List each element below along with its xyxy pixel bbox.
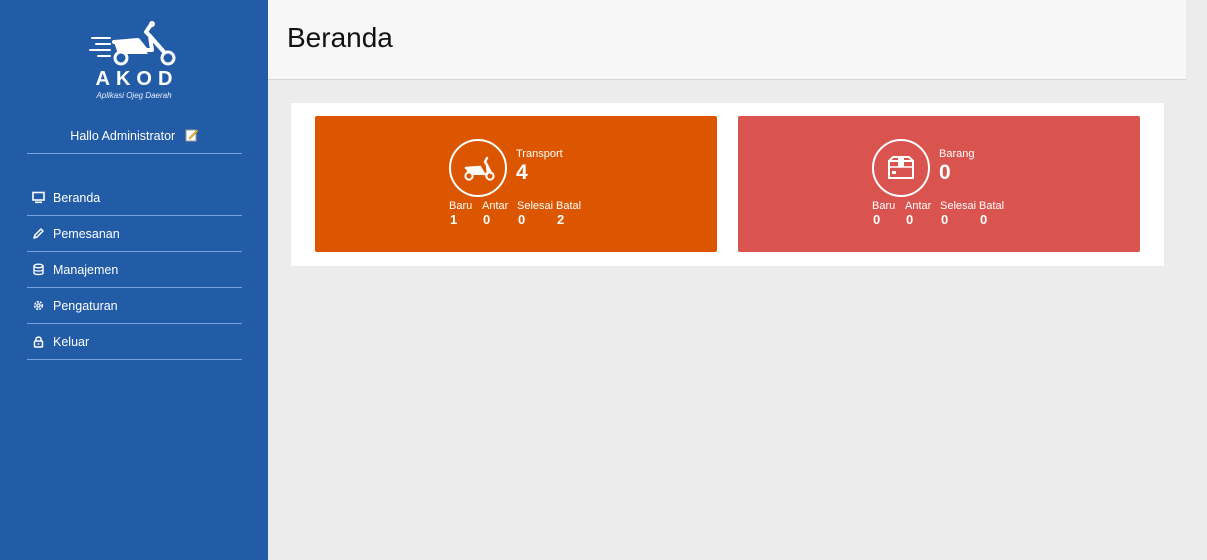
sidebar-item-pemesanan[interactable]: Pemesanan	[27, 216, 242, 252]
sidebar-nav: Beranda Pemesanan Manajemen Pengaturan K…	[27, 180, 242, 360]
scooter-icon	[464, 156, 495, 181]
barang-icon-circle	[872, 139, 930, 197]
sidebar: AKOD Aplikasi Ojeg Daerah Hallo Administ…	[0, 0, 268, 560]
transport-stats: Baru 1 Antar 0 Selesai 0 Batal 2	[449, 200, 586, 227]
page-title: Beranda	[287, 22, 393, 53]
sidebar-item-label: Pengaturan	[53, 298, 118, 313]
stat-value: 1	[450, 212, 458, 227]
dashboard-panel: Transport 4 Baru 1 Antar 0 Selesai 0 Bat…	[291, 103, 1164, 266]
sidebar-item-label: Manajemen	[53, 262, 119, 277]
logo-subtitle: Aplikasi Ojeg Daerah	[96, 91, 172, 100]
stat-value: 0	[873, 212, 881, 227]
page-header: Beranda	[268, 0, 1186, 80]
gear-icon	[31, 299, 45, 313]
stat-label: Batal	[979, 200, 1005, 212]
stat-label: Baru	[872, 200, 896, 212]
stat-antar: Antar 0	[482, 200, 517, 227]
lock-icon	[31, 335, 45, 349]
stat-label: Batal	[556, 200, 582, 212]
stat-selesai: Selesai 0	[517, 200, 556, 227]
transport-icon-circle	[449, 139, 507, 197]
monitor-icon	[31, 191, 45, 205]
barang-label: Barang	[939, 148, 975, 160]
stat-selesai: Selesai 0	[940, 200, 979, 227]
scooter-logo-icon	[89, 21, 176, 66]
barang-card[interactable]: Barang 0 Baru 0 Antar 0 Selesai 0 Batal …	[738, 116, 1140, 252]
stat-label: Selesai	[517, 200, 554, 212]
stat-value: 0	[941, 212, 949, 227]
sidebar-item-label: Beranda	[53, 190, 101, 205]
transport-card[interactable]: Transport 4 Baru 1 Antar 0 Selesai 0 Bat…	[315, 116, 717, 252]
stat-label: Baru	[449, 200, 473, 212]
barang-count: 0	[939, 161, 951, 184]
sidebar-item-beranda[interactable]: Beranda	[27, 180, 242, 216]
sidebar-item-label: Pemesanan	[53, 226, 120, 241]
transport-count: 4	[516, 161, 528, 184]
stat-baru: Baru 1	[449, 200, 482, 227]
edit-profile-icon[interactable]	[185, 128, 199, 145]
barang-stats: Baru 0 Antar 0 Selesai 0 Batal 0	[872, 200, 1009, 227]
greeting: Hallo Administrator	[27, 128, 242, 154]
app-logo[interactable]: AKOD Aplikasi Ojeg Daerah	[84, 20, 184, 110]
sidebar-item-manajemen[interactable]: Manajemen	[27, 252, 242, 288]
stat-value: 0	[483, 212, 491, 227]
stat-value: 2	[557, 212, 565, 227]
stat-label: Antar	[482, 200, 509, 212]
sidebar-item-pengaturan[interactable]: Pengaturan	[27, 288, 242, 324]
stat-antar: Antar 0	[905, 200, 940, 227]
stat-baru: Baru 0	[872, 200, 905, 227]
stat-value: 0	[518, 212, 526, 227]
sidebar-item-keluar[interactable]: Keluar	[27, 324, 242, 360]
stat-batal: Batal 0	[979, 200, 1009, 227]
stat-batal: Batal 2	[556, 200, 586, 227]
database-icon	[31, 263, 45, 277]
scrollbar-gutter	[1186, 0, 1207, 560]
logo-title: AKOD	[95, 68, 179, 90]
stat-value: 0	[906, 212, 914, 227]
box-icon	[888, 156, 914, 179]
stat-label: Antar	[905, 200, 932, 212]
stat-value: 0	[980, 212, 988, 227]
pencil-icon	[31, 227, 45, 241]
sidebar-item-label: Keluar	[53, 334, 90, 349]
greeting-text: Hallo Administrator	[70, 129, 176, 143]
transport-label: Transport	[516, 148, 563, 160]
stat-label: Selesai	[940, 200, 977, 212]
